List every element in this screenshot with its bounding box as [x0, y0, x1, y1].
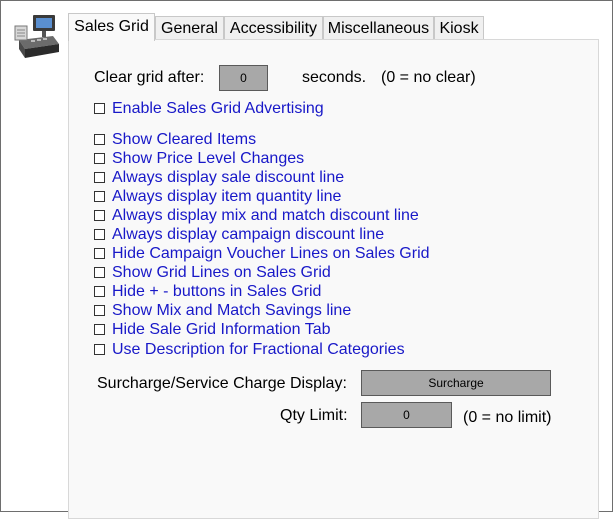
option-checkbox[interactable]: [94, 210, 105, 221]
option-label: Hide Campaign Voucher Lines on Sales Gri…: [112, 244, 430, 262]
option-label: Always display item quantity line: [112, 187, 342, 205]
qty-limit-label: Qty Limit:: [280, 407, 348, 424]
option-checkbox[interactable]: [94, 229, 105, 240]
option-checkbox[interactable]: [94, 267, 105, 278]
clear-grid-label: Clear grid after:: [94, 69, 205, 86]
option-item-quantity-line[interactable]: Always display item quantity line: [94, 187, 341, 206]
option-label: Hide + - buttons in Sales Grid: [112, 282, 322, 300]
tab-kiosk[interactable]: Kiosk: [434, 16, 484, 39]
clear-grid-hint: (0 = no clear): [381, 69, 476, 86]
tab-miscellaneous[interactable]: Miscellaneous: [323, 16, 434, 39]
option-mix-match-savings-line[interactable]: Show Mix and Match Savings line: [94, 301, 351, 320]
surcharge-display-label: Surcharge/Service Charge Display:: [97, 375, 347, 392]
cash-register-icon: [14, 15, 59, 58]
option-hide-campaign-voucher-lines[interactable]: Hide Campaign Voucher Lines on Sales Gri…: [94, 244, 430, 263]
option-sale-discount-line[interactable]: Always display sale discount line: [94, 168, 344, 187]
enable-advertising-checkbox[interactable]: [94, 103, 105, 114]
option-label: Use Description for Fractional Categorie…: [112, 340, 405, 358]
option-checkbox[interactable]: [94, 248, 105, 259]
option-campaign-discount-line[interactable]: Always display campaign discount line: [94, 225, 384, 244]
qty-limit-input[interactable]: 0: [361, 402, 452, 428]
option-label: Always display campaign discount line: [112, 225, 385, 243]
option-hide-information-tab[interactable]: Hide Sale Grid Information Tab: [94, 320, 330, 339]
option-mix-match-discount-line[interactable]: Always display mix and match discount li…: [94, 206, 419, 225]
option-label: Show Mix and Match Savings line: [112, 301, 352, 319]
enable-advertising-label: Enable Sales Grid Advertising: [112, 99, 324, 117]
surcharge-display-button[interactable]: Surcharge: [361, 370, 551, 396]
option-checkbox[interactable]: [94, 286, 105, 297]
clear-grid-seconds-input[interactable]: 0: [219, 65, 268, 91]
option-checkbox[interactable]: [94, 153, 105, 164]
option-checkbox[interactable]: [94, 344, 105, 355]
tab-accessibility[interactable]: Accessibility: [224, 16, 323, 39]
option-show-cleared-items[interactable]: Show Cleared Items: [94, 130, 256, 149]
tab-general[interactable]: General: [155, 16, 224, 39]
option-label: Show Price Level Changes: [112, 149, 305, 167]
option-show-grid-lines[interactable]: Show Grid Lines on Sales Grid: [94, 263, 331, 282]
option-hide-plus-minus-buttons[interactable]: Hide + - buttons in Sales Grid: [94, 282, 321, 301]
settings-window: Sales Grid General Accessibility Miscell…: [0, 0, 613, 519]
option-label: Always display sale discount line: [112, 168, 345, 186]
option-label: Show Grid Lines on Sales Grid: [112, 263, 331, 281]
option-checkbox[interactable]: [94, 134, 105, 145]
tab-sales-grid[interactable]: Sales Grid: [68, 13, 155, 41]
clear-grid-unit-label: seconds.: [302, 69, 367, 86]
option-checkbox[interactable]: [94, 172, 105, 183]
option-fractional-categories[interactable]: Use Description for Fractional Categorie…: [94, 340, 405, 359]
option-label: Always display mix and match discount li…: [112, 206, 419, 224]
option-show-price-level-changes[interactable]: Show Price Level Changes: [94, 149, 304, 168]
option-checkbox[interactable]: [94, 191, 105, 202]
enable-advertising-option[interactable]: Enable Sales Grid Advertising: [94, 99, 324, 118]
option-checkbox[interactable]: [94, 324, 105, 335]
option-checkbox[interactable]: [94, 305, 105, 316]
option-label: Show Cleared Items: [112, 130, 257, 148]
option-label: Hide Sale Grid Information Tab: [112, 320, 331, 338]
qty-limit-hint: (0 = no limit): [463, 409, 552, 426]
